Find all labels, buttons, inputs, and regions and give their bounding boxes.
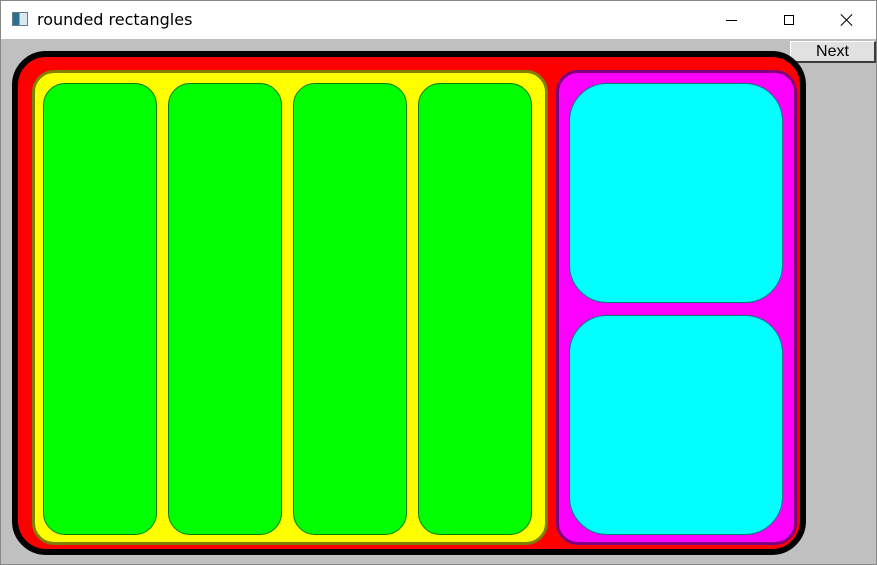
close-button[interactable] (818, 1, 876, 39)
app-window: rounded rectangles Next (0, 0, 877, 565)
minimize-icon (725, 19, 737, 21)
green-rounded-rectangle-1 (43, 83, 157, 535)
client-area: Next (1, 39, 876, 564)
left-rounded-group (32, 70, 548, 545)
green-rounded-rectangle-2 (168, 83, 282, 535)
next-button[interactable]: Next (790, 41, 876, 63)
window-title: rounded rectangles (37, 10, 193, 29)
green-rounded-rectangle-4 (418, 83, 532, 535)
green-rounded-rectangle-3 (293, 83, 407, 535)
maximize-icon (784, 15, 794, 25)
maximize-button[interactable] (760, 1, 818, 39)
cyan-rounded-rectangle-2 (569, 315, 783, 535)
app-icon (12, 12, 28, 26)
right-rounded-group (556, 70, 797, 545)
close-icon (840, 13, 854, 27)
cyan-rounded-rectangle-1 (569, 83, 783, 303)
minimize-button[interactable] (702, 1, 760, 39)
title-bar[interactable]: rounded rectangles (1, 1, 876, 39)
outer-rounded-rectangle (12, 51, 806, 555)
